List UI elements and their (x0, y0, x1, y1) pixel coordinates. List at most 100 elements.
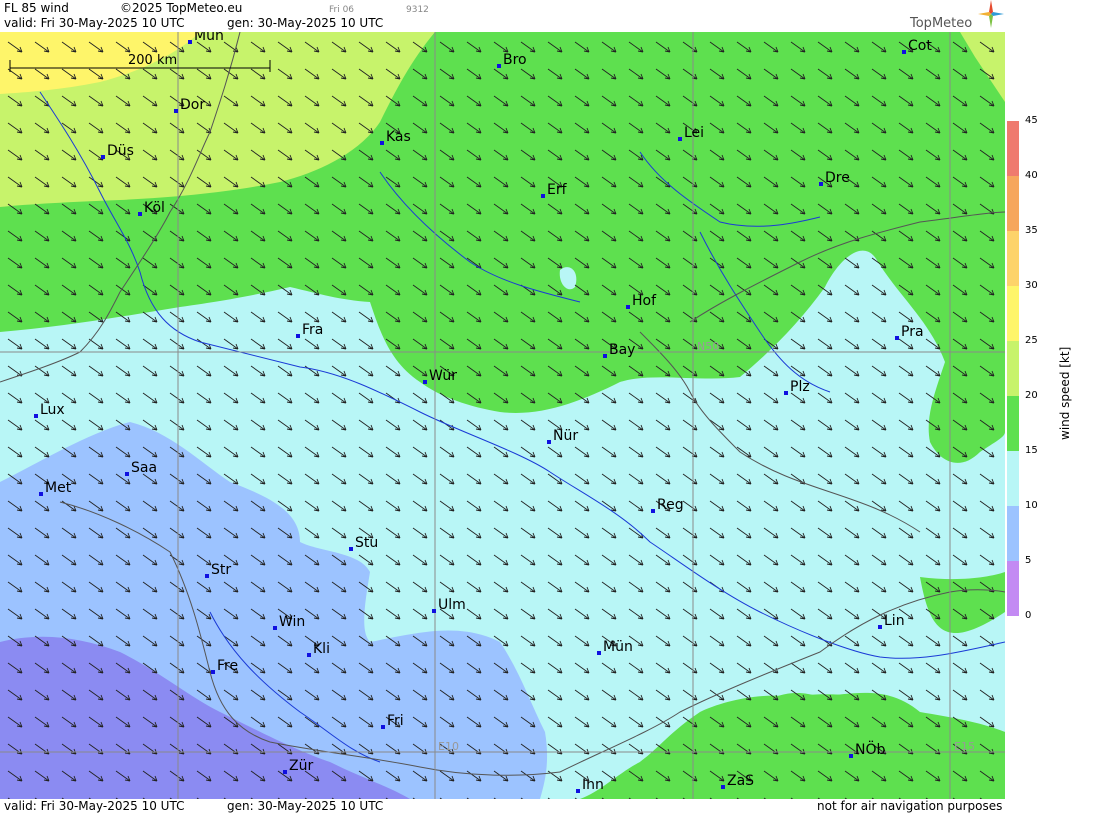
city-marker (432, 609, 436, 613)
legend-tick-label: 40 (1025, 170, 1038, 181)
city-marker (283, 770, 287, 774)
city-label: NÖb (855, 740, 885, 758)
city-marker (381, 725, 385, 729)
city-label: Stu (355, 535, 378, 551)
city-label: Wür (429, 368, 457, 384)
disclaimer: not for air navigation purposes (817, 799, 1003, 813)
legend-tick-label: 35 (1025, 225, 1038, 236)
city-label: Erf (547, 182, 568, 198)
map-footer: valid: Fri 30-May-2025 10 UTC gen: 30-Ma… (0, 799, 1005, 814)
legend-tick-label: 30 (1025, 280, 1038, 291)
map-header: FL 85 wind ©2025 TopMeteo.eu Fri 06 9312… (0, 0, 1005, 32)
city-marker (541, 194, 545, 198)
city-label: Fra (302, 322, 323, 338)
valid-time: valid: Fri 30-May-2025 10 UTC (4, 16, 185, 30)
city-marker (651, 509, 655, 513)
city-marker (39, 492, 43, 496)
city-label: ZaS (727, 773, 754, 789)
city-label: Fre (217, 658, 238, 674)
legend-colorbar (1007, 121, 1019, 616)
city-label: Ulm (438, 597, 466, 613)
city-marker (380, 141, 384, 145)
city-label: Mün (603, 639, 633, 655)
city-label: Cot (908, 38, 932, 54)
legend-swatch (1007, 341, 1019, 396)
legend-tick-label: 15 (1025, 445, 1038, 456)
copyright: ©2025 TopMeteo.eu (120, 1, 243, 15)
city-label: Lei (684, 125, 704, 141)
legend-title: wind speed [kt] (1058, 346, 1072, 440)
city-label: Lux (40, 402, 65, 418)
city-marker (125, 472, 129, 476)
city-marker (296, 334, 300, 338)
city-label: Mün (194, 32, 224, 44)
city-marker (849, 754, 853, 758)
grid-label-e10: E10 (438, 740, 459, 753)
forecast-day-label: Fri 06 (329, 5, 355, 15)
city-label: Dor (180, 97, 205, 113)
wind-speed-legend (1005, 0, 1095, 814)
legend-tick-label: 25 (1025, 335, 1038, 346)
legend-swatch (1007, 506, 1019, 561)
city-label: Win (279, 614, 305, 630)
city-marker (138, 212, 142, 216)
legend-tick-label: 20 (1025, 390, 1038, 401)
footer-valid-time: valid: Fri 30-May-2025 10 UTC (4, 799, 185, 813)
run-code-label: 9312 (406, 5, 429, 15)
city-marker (174, 109, 178, 113)
city-marker (603, 354, 607, 358)
city-marker (547, 440, 551, 444)
wind-map[interactable]: N50 E10 E15 200 km Mün Bro Cot Dor Kas Lei Düs… (0, 32, 1005, 799)
city-label: Köl (144, 200, 165, 216)
city-marker (273, 626, 277, 630)
city-marker (188, 40, 192, 44)
legend-swatch (1007, 176, 1019, 231)
city-label: Saa (131, 460, 157, 476)
city-marker (34, 414, 38, 418)
grid-label-n50: N50 (697, 340, 719, 353)
city-label: Bay (609, 342, 635, 358)
city-label: Bro (503, 52, 527, 68)
generated-time: gen: 30-May-2025 10 UTC (227, 16, 384, 30)
legend-tick-label: 45 (1025, 115, 1038, 126)
city-marker (349, 547, 353, 551)
city-label: Reg (657, 497, 684, 513)
city-marker (205, 574, 209, 578)
legend-swatch (1007, 286, 1019, 341)
city-label: Kli (313, 641, 330, 657)
legend-swatch (1007, 231, 1019, 286)
city-label: Dre (825, 170, 850, 186)
city-label: Lin (884, 613, 905, 629)
legend-tick-label: 0 (1025, 610, 1032, 621)
topmeteo-logo-text: TopMeteo (910, 16, 973, 31)
city-label: Fri (387, 713, 404, 729)
city-marker (101, 155, 105, 159)
city-label: Nür (553, 428, 578, 444)
city-marker (497, 64, 501, 68)
city-label: Inn (582, 777, 604, 793)
city-label: Kas (386, 129, 411, 145)
city-marker (626, 305, 630, 309)
product-title: FL 85 wind (4, 1, 69, 15)
city-marker (819, 182, 823, 186)
legend-swatch (1007, 451, 1019, 506)
city-marker (878, 625, 882, 629)
city-marker (721, 785, 725, 789)
city-marker (895, 336, 899, 340)
legend-swatch (1007, 121, 1019, 176)
city-label: Pra (901, 324, 924, 340)
city-marker (678, 137, 682, 141)
city-label: Hof (632, 293, 657, 309)
city-label: Düs (107, 143, 134, 159)
city-marker (423, 380, 427, 384)
city-marker (784, 391, 788, 395)
city-marker (211, 670, 215, 674)
legend-swatch (1007, 396, 1019, 451)
city-marker (902, 50, 906, 54)
city-label: Met (45, 480, 72, 496)
footer-generated-time: gen: 30-May-2025 10 UTC (227, 799, 384, 813)
city-label: Str (211, 562, 231, 578)
legend-tick-label: 10 (1025, 500, 1038, 511)
compass-star-icon (978, 0, 1004, 28)
grid-label-e15: E15 (954, 740, 975, 753)
